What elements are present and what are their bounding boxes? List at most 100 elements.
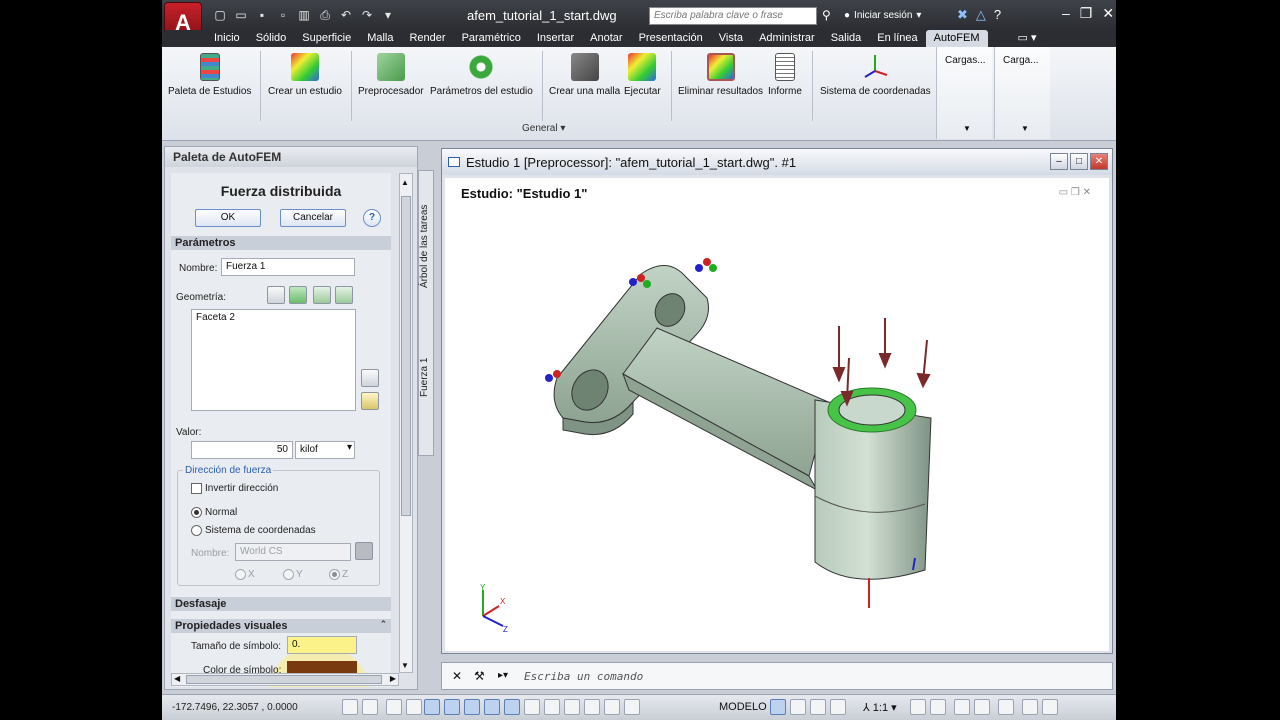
ok-button[interactable]: OK <box>195 209 261 227</box>
lock-icon[interactable] <box>974 699 990 715</box>
binoculars-icon[interactable]: ⚲ <box>822 8 831 22</box>
create-mesh-button[interactable]: Crear una malla <box>549 53 620 97</box>
close-icon[interactable]: ✕ <box>1090 153 1108 170</box>
tab-anotar[interactable]: Anotar <box>582 30 630 47</box>
exchange-icon[interactable]: ✖ <box>957 7 968 23</box>
redo-icon[interactable]: ↷ <box>359 7 375 23</box>
tab-task-tree[interactable]: Árbol de las tareas <box>419 187 433 305</box>
model-canvas[interactable]: Estudio: "Estudio 1" ▭ ❐ ✕ Y X Z <box>445 178 1109 651</box>
polar-toggle[interactable] <box>424 699 440 715</box>
layout-tab-icon[interactable] <box>790 699 806 715</box>
command-prompt-icon[interactable]: ▸▾ <box>498 670 508 681</box>
coordinate-system-button[interactable]: Sistema de coordenadas <box>820 53 931 97</box>
wrench-icon[interactable]: ⚒ <box>474 669 485 683</box>
transparency-toggle[interactable] <box>564 699 580 715</box>
3d-osnap-toggle[interactable] <box>464 699 480 715</box>
study-parameters-button[interactable]: Parámetros del estudio <box>430 53 533 97</box>
tab-superficie[interactable]: Superficie <box>294 30 359 47</box>
search-input[interactable]: Escriba palabra clave o frase <box>649 7 817 25</box>
scroll-right-icon[interactable]: ▶ <box>390 674 396 683</box>
tab-param-trico[interactable]: Paramétrico <box>454 30 529 47</box>
restore-icon[interactable]: ❐ <box>1080 5 1093 22</box>
undo-icon[interactable]: ↶ <box>338 7 354 23</box>
sign-in-button[interactable]: ● Iniciar sesión ▾ <box>844 10 921 21</box>
coordinate-system-radio[interactable] <box>191 525 202 536</box>
autodesk-icon[interactable]: △ <box>976 7 986 23</box>
maximize-icon[interactable]: □ <box>1070 153 1088 170</box>
quick-view-icon[interactable] <box>810 699 826 715</box>
normal-radio[interactable] <box>191 507 202 518</box>
save-as-icon[interactable]: ▫ <box>275 7 291 23</box>
symbol-size-field[interactable]: 0. <box>287 636 357 654</box>
tab-render[interactable]: Render <box>401 30 453 47</box>
section-parameters[interactable]: Parámetros <box>171 236 391 250</box>
dropdown-icon[interactable]: ▾ <box>380 7 396 23</box>
unit-select[interactable]: kilof ▾ <box>295 441 355 459</box>
annotation-scale[interactable]: ⅄ 1:1 ▾ <box>863 701 897 714</box>
loads-panel-1[interactable]: Cargas... ▼ <box>936 47 992 139</box>
osnap-toggle[interactable] <box>444 699 460 715</box>
clear-selection-icon[interactable] <box>361 392 379 410</box>
select-geometry-icon[interactable] <box>361 369 379 387</box>
annotation-visibility-icon[interactable] <box>910 699 926 715</box>
auto-scale-icon[interactable] <box>930 699 946 715</box>
snap-toggle[interactable] <box>342 699 358 715</box>
minimize-icon[interactable]: – <box>1050 153 1068 170</box>
save-icon[interactable]: ▪ <box>254 7 270 23</box>
help-icon[interactable]: ? <box>363 209 381 227</box>
print-icon[interactable]: ⎙ <box>317 7 333 23</box>
solid-filter-icon[interactable] <box>313 286 331 304</box>
model-space-label[interactable]: MODELO <box>719 701 767 713</box>
command-input[interactable]: Escriba un comando <box>524 670 643 683</box>
model-tab-icon[interactable] <box>770 699 786 715</box>
cancel-button[interactable]: Cancelar <box>280 209 346 227</box>
close-icon[interactable]: ✕ <box>1102 5 1114 22</box>
clean-screen-icon[interactable] <box>1042 699 1058 715</box>
ortho-toggle[interactable] <box>406 699 422 715</box>
section-offset[interactable]: Desfasaje <box>171 597 391 611</box>
isolate-objects-icon[interactable] <box>1022 699 1038 715</box>
lineweight-toggle[interactable] <box>544 699 560 715</box>
tab-force-1[interactable]: Fuerza 1 <box>419 347 433 407</box>
vertex-filter-icon[interactable] <box>267 286 285 304</box>
h-scroll-thumb[interactable] <box>186 675 382 684</box>
palette-scrollbar[interactable]: ▲ ▼ <box>399 173 413 673</box>
tab-presentaci-n[interactable]: Presentación <box>631 30 711 47</box>
grid-toggle[interactable] <box>362 699 378 715</box>
collapse-icon[interactable]: ˆ <box>381 620 385 632</box>
tab-vista[interactable]: Vista <box>711 30 751 47</box>
horizontal-scrollbar[interactable]: ◀ ▶ <box>171 673 399 686</box>
workspace-icon[interactable] <box>954 699 970 715</box>
tab-salida[interactable]: Salida <box>823 30 870 47</box>
study-palette-button[interactable]: Paleta de Estudios <box>168 53 251 97</box>
tab-administrar[interactable]: Administrar <box>751 30 823 47</box>
annotation-monitor-toggle[interactable] <box>624 699 640 715</box>
dyn-toggle[interactable] <box>524 699 540 715</box>
scroll-thumb[interactable] <box>401 196 411 516</box>
plot-icon[interactable]: ▥ <box>296 7 312 23</box>
edge-filter-icon[interactable] <box>335 286 353 304</box>
new-file-icon[interactable]: ▢ <box>212 7 228 23</box>
face-filter-icon[interactable] <box>289 286 307 304</box>
tab-s-lido[interactable]: Sólido <box>248 30 295 47</box>
tab-insertar[interactable]: Insertar <box>529 30 582 47</box>
value-field[interactable]: 50 <box>191 441 293 459</box>
grid-display-toggle[interactable] <box>386 699 402 715</box>
scroll-down-icon[interactable]: ▼ <box>401 661 409 670</box>
report-button[interactable]: Informe <box>768 53 802 97</box>
ribbon-options-icon[interactable]: ▭ ▾ <box>1010 30 1045 47</box>
create-study-button[interactable]: Crear un estudio <box>268 53 342 97</box>
close-icon[interactable]: ✕ <box>452 669 462 683</box>
annotation-scale-icon[interactable] <box>830 699 846 715</box>
loads-panel-2[interactable]: Carga... ▼ <box>994 47 1050 139</box>
delete-results-button[interactable]: Eliminar resultados <box>678 53 763 97</box>
tab-malla[interactable]: Malla <box>359 30 401 47</box>
scroll-left-icon[interactable]: ◀ <box>174 674 180 683</box>
name-field[interactable]: Fuerza 1 <box>221 258 355 276</box>
selection-cycling-toggle[interactable] <box>604 699 620 715</box>
scroll-up-icon[interactable]: ▲ <box>401 178 409 187</box>
ducs-toggle[interactable] <box>504 699 520 715</box>
help-icon[interactable]: ? <box>994 7 1001 23</box>
ribbon-group-general[interactable]: General ▾ <box>522 123 565 134</box>
section-visual-properties[interactable]: Propiedades visuales ˆ <box>171 619 391 633</box>
